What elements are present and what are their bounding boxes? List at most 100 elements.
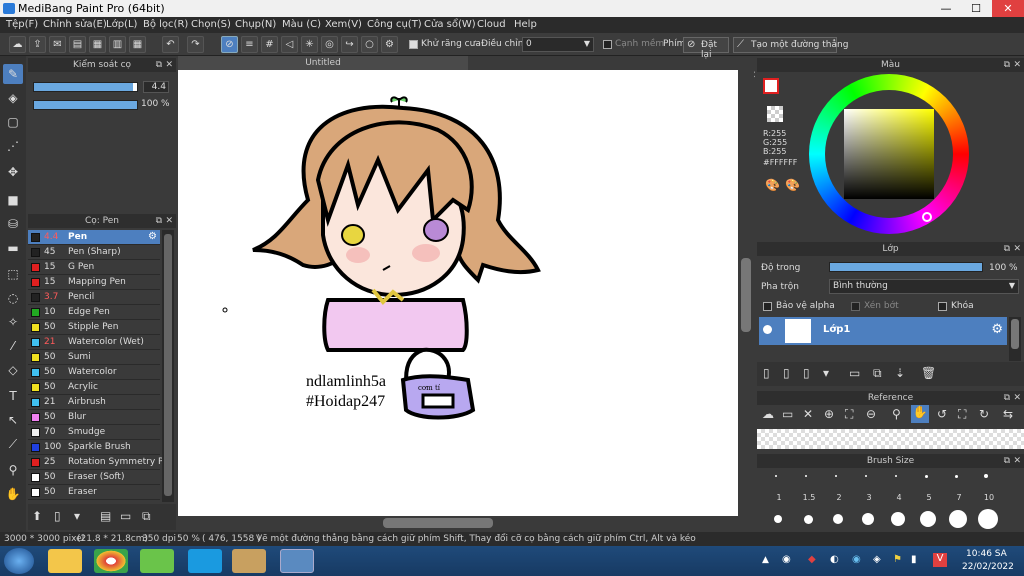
brush-size-preset[interactable] bbox=[805, 475, 807, 477]
radial-snap-icon[interactable]: ✳ bbox=[301, 36, 318, 53]
edge-checkbox[interactable] bbox=[603, 39, 612, 50]
hue-picker[interactable] bbox=[922, 212, 932, 222]
clipping-checkbox[interactable] bbox=[851, 301, 860, 312]
text-tool-icon[interactable]: T bbox=[3, 386, 23, 406]
v-icon[interactable]: V bbox=[933, 553, 947, 567]
menu-filter[interactable]: Bộ lọc(R) bbox=[143, 19, 188, 30]
hand-tool-icon[interactable]: ✋ bbox=[3, 484, 23, 504]
layer-opacity-slider[interactable] bbox=[829, 262, 983, 272]
popout-icon[interactable]: ⧉ bbox=[1004, 58, 1010, 72]
saturation-value-square[interactable] bbox=[844, 109, 934, 199]
brush-settings-icon[interactable]: ▤ bbox=[100, 509, 111, 523]
menu-cloud[interactable]: Cloud bbox=[477, 19, 506, 30]
brush-size-preset[interactable] bbox=[924, 474, 928, 478]
brush-item[interactable]: 70 Smudge bbox=[28, 425, 160, 440]
select-tool-icon[interactable]: ⬚ bbox=[3, 264, 23, 284]
add-brush-icon[interactable]: ⬆ bbox=[32, 509, 42, 523]
popout-icon[interactable]: ⧉ bbox=[156, 58, 162, 72]
antialias-checkbox[interactable] bbox=[409, 39, 418, 50]
new-halftone-layer-icon[interactable]: ▯ bbox=[783, 366, 790, 380]
brush-opacity-slider[interactable] bbox=[33, 100, 138, 110]
brush-item[interactable]: 50 Eraser bbox=[28, 485, 160, 500]
duplicate-icon[interactable]: ⧉ bbox=[142, 509, 151, 524]
menu-file[interactable]: Tệp(F) bbox=[6, 19, 38, 30]
create-line-button[interactable]: ⟋ Tạo một đường thẳng bbox=[733, 37, 848, 53]
network-icon[interactable]: ▮ bbox=[911, 554, 917, 565]
tray-icon[interactable]: ◉ bbox=[782, 554, 791, 565]
actual-size-icon[interactable]: ⛶ bbox=[958, 407, 966, 422]
snap-off-icon[interactable]: ⊘ bbox=[221, 36, 238, 53]
dot-tool-icon[interactable]: ⋰ bbox=[3, 136, 23, 156]
tray-icon-3[interactable]: ◐ bbox=[830, 554, 839, 565]
palette-add-icon[interactable]: 🎨 bbox=[785, 178, 800, 192]
gradient-tool-icon[interactable]: ▬ bbox=[3, 238, 23, 258]
new-layer-icon[interactable]: ▯ bbox=[763, 366, 770, 380]
brush-item[interactable]: 21 Watercolor (Wet) bbox=[28, 335, 160, 350]
menu-select[interactable]: Chọn(S) bbox=[191, 19, 231, 30]
close-icon[interactable]: ✕ bbox=[1013, 391, 1021, 405]
brush-size-preset[interactable] bbox=[775, 475, 777, 477]
close-icon[interactable]: ✕ bbox=[1013, 454, 1021, 468]
doc-icon[interactable]: ▦ bbox=[89, 36, 106, 53]
brush-list-scrollbar[interactable] bbox=[162, 230, 174, 502]
merge-down-icon[interactable]: ⇣ bbox=[895, 366, 905, 380]
brush-item[interactable]: 10 Edge Pen bbox=[28, 305, 160, 320]
popout-icon[interactable]: ⧉ bbox=[156, 214, 162, 228]
rotate-left-icon[interactable]: ↺ bbox=[937, 407, 947, 421]
eyedropper-icon[interactable]: ⚲ bbox=[892, 407, 901, 421]
shape-tool-icon[interactable]: ▢ bbox=[3, 112, 23, 132]
primary-color-swatch[interactable] bbox=[763, 78, 779, 94]
grid-icon[interactable]: ▦ bbox=[129, 36, 146, 53]
brush-size-preset[interactable] bbox=[895, 475, 897, 477]
curve-snap-icon[interactable]: ↪ bbox=[341, 36, 358, 53]
brush-item[interactable]: 50 Sumi bbox=[28, 350, 160, 365]
brush-item[interactable]: 15 Mapping Pen bbox=[28, 275, 160, 290]
brush-size-preset[interactable] bbox=[954, 474, 958, 478]
brush-item[interactable]: 50 Eraser (Soft) bbox=[28, 470, 160, 485]
snap-settings-icon[interactable]: ⚙ bbox=[381, 36, 398, 53]
chrome-icon[interactable] bbox=[94, 549, 128, 573]
flag-icon[interactable]: ⚑ bbox=[893, 554, 902, 565]
divide-tool-icon[interactable]: ⟋ bbox=[3, 434, 23, 454]
brush-size-slider[interactable] bbox=[33, 82, 138, 92]
brush-item[interactable]: 50 Stipple Pen bbox=[28, 320, 160, 335]
add-layer-menu-icon[interactable]: ▾ bbox=[823, 366, 829, 380]
comment-icon[interactable]: ✉ bbox=[49, 36, 66, 53]
brush-item[interactable]: 25 Rotation Symmetry Pe bbox=[28, 455, 169, 470]
close-icon[interactable]: ✕ bbox=[1013, 242, 1021, 256]
close-icon[interactable]: ✕ bbox=[1013, 58, 1021, 72]
menu-color[interactable]: Màu (C) bbox=[282, 19, 321, 30]
rotate-right-icon[interactable]: ↻ bbox=[979, 407, 989, 421]
brush-size-preset[interactable] bbox=[949, 510, 967, 528]
delete-layer-icon[interactable]: 🗑 bbox=[921, 366, 936, 380]
brush-item[interactable]: 50 Blur bbox=[28, 410, 160, 425]
share-icon[interactable]: ⇪ bbox=[29, 36, 46, 53]
reference-canvas[interactable] bbox=[757, 429, 1024, 449]
app-icon[interactable] bbox=[140, 549, 174, 573]
cloud-open-icon[interactable]: ☁ bbox=[762, 407, 774, 421]
brush-size-preset[interactable] bbox=[920, 511, 936, 527]
new-brush-icon[interactable]: ▯ bbox=[54, 509, 61, 523]
document-tab[interactable]: Untitled bbox=[178, 56, 468, 70]
visibility-icon[interactable] bbox=[763, 325, 772, 334]
paint-icon[interactable] bbox=[232, 549, 266, 573]
menu-help[interactable]: Help bbox=[514, 19, 537, 30]
select-pen-icon[interactable]: ⁄ bbox=[3, 336, 23, 356]
fill-rect-tool-icon[interactable]: ■ bbox=[3, 190, 23, 210]
page-icon[interactable]: ▤ bbox=[69, 36, 86, 53]
brush-item[interactable]: 15 G Pen bbox=[28, 260, 160, 275]
tray-expand-icon[interactable]: ▲ bbox=[762, 555, 769, 565]
popout-icon[interactable]: ⧉ bbox=[1004, 391, 1010, 405]
brush-menu-icon[interactable]: ▾ bbox=[74, 509, 80, 523]
magic-wand-icon[interactable]: ✧ bbox=[3, 312, 23, 332]
maximize-button[interactable]: ☐ bbox=[962, 0, 990, 17]
lasso-tool-icon[interactable]: ◌ bbox=[3, 288, 23, 308]
reset-button[interactable]: ⊘ Đặt lại bbox=[683, 37, 729, 60]
close-button[interactable]: ✕ bbox=[992, 0, 1024, 17]
zoom-in-icon[interactable]: ⊕ bbox=[824, 407, 834, 421]
zoom-out-icon[interactable]: ⊖ bbox=[866, 407, 876, 421]
folder-open-icon[interactable]: ▭ bbox=[782, 407, 793, 421]
menu-layer[interactable]: Lớp(L) bbox=[106, 19, 137, 30]
vanish-snap-icon[interactable]: ◁ bbox=[281, 36, 298, 53]
menu-view[interactable]: Xem(V) bbox=[325, 19, 362, 30]
